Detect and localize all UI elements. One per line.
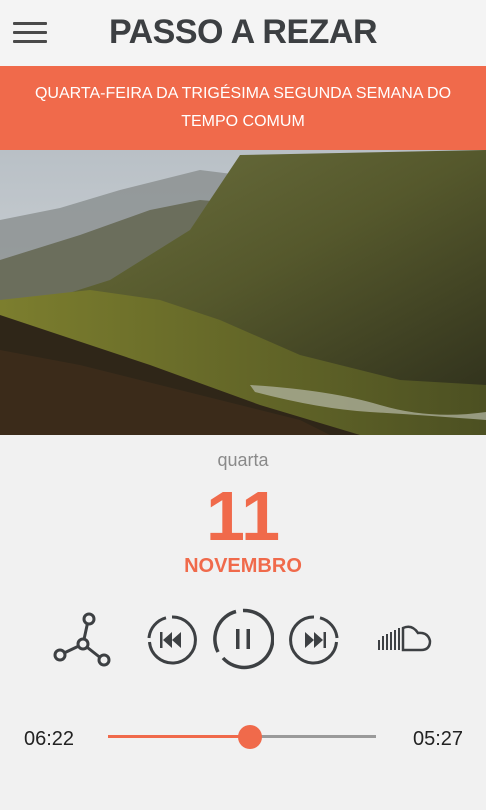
elapsed-time: 06:22: [24, 728, 75, 750]
progress-fill: [108, 735, 251, 738]
hamburger-menu-icon[interactable]: [13, 22, 47, 44]
liturgical-day-text: QUARTA-FEIRA DA TRIGÉSIMA SEGUNDA SEMANA…: [34, 85, 452, 130]
weekday-label: quarta: [217, 450, 269, 470]
landscape-image: [0, 150, 486, 435]
app-header: PASSO A REZAR: [0, 0, 486, 66]
soundcloud-icon[interactable]: [376, 624, 434, 654]
day-number: 11: [206, 477, 280, 555]
fast-forward-icon[interactable]: [288, 614, 340, 666]
month-label: NOVEMBRO: [184, 555, 302, 577]
remaining-time: 05:27: [413, 728, 464, 750]
pause-icon[interactable]: [212, 608, 275, 670]
share-icon[interactable]: [52, 612, 112, 668]
liturgical-day-banner: QUARTA-FEIRA DA TRIGÉSIMA SEGUNDA SEMANA…: [0, 66, 486, 150]
progress-thumb[interactable]: [238, 725, 263, 749]
rewind-icon[interactable]: [146, 614, 198, 666]
app-title: PASSO A REZAR: [108, 13, 378, 51]
